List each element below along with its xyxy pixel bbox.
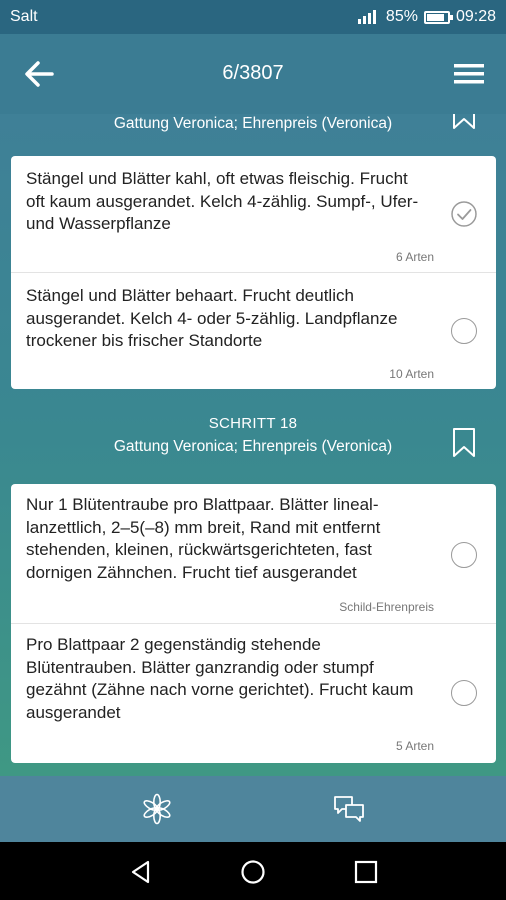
check-circle-icon[interactable] bbox=[451, 201, 477, 227]
options-card-previous: Stängel und Blätter kahl, oft etwas flei… bbox=[11, 156, 496, 389]
signal-icon bbox=[357, 10, 376, 24]
clock: 09:28 bbox=[455, 8, 496, 25]
option-text: Pro Blattpaar 2 gegenständig stehende Bl… bbox=[26, 635, 414, 722]
battery-fill bbox=[426, 13, 444, 21]
flower-icon[interactable] bbox=[140, 793, 174, 825]
step-header: SCHRITT 18 Gattung Veronica; Ehrenpreis … bbox=[0, 415, 506, 456]
species-count: 6 Arten bbox=[395, 250, 434, 264]
system-nav-bar bbox=[0, 842, 506, 900]
step-counter: 6/3807 bbox=[222, 62, 284, 84]
bottom-bar bbox=[0, 776, 506, 842]
battery-icon bbox=[423, 10, 453, 24]
species-name: Schild-Ehrenpreis bbox=[339, 600, 434, 614]
carrier-name: Salt bbox=[10, 8, 38, 25]
app-bar: 6/3807 bbox=[0, 34, 506, 114]
option-item[interactable]: Nur 1 Blütentraube pro Blattpaar. Blätte… bbox=[11, 484, 496, 624]
status-bar: Salt 85% 09:28 bbox=[0, 0, 506, 34]
step-label: SCHRITT 18 bbox=[208, 415, 298, 432]
battery-percent: 85% bbox=[385, 8, 418, 25]
nav-back-icon[interactable] bbox=[128, 859, 154, 885]
bookmark-icon[interactable] bbox=[452, 114, 476, 130]
status-icons: 85% 09:28 bbox=[357, 8, 496, 26]
options-card: Nur 1 Blütentraube pro Blattpaar. Blätte… bbox=[11, 484, 496, 763]
step-header-previous: Gattung Veronica; Ehrenpreis (Veronica) bbox=[0, 114, 506, 133]
genus-label: Gattung Veronica; Ehrenpreis (Veronica) bbox=[113, 438, 393, 455]
option-item[interactable]: Pro Blattpaar 2 gegenständig stehende Bl… bbox=[11, 624, 496, 763]
option-text: Stängel und Blätter behaart. Frucht deut… bbox=[26, 286, 398, 350]
bookmark-icon[interactable] bbox=[452, 428, 476, 458]
hamburger-menu-icon[interactable] bbox=[454, 62, 484, 86]
genus-label: Gattung Veronica; Ehrenpreis (Veronica) bbox=[113, 115, 393, 132]
key-content[interactable]: Gattung Veronica; Ehrenpreis (Veronica) … bbox=[0, 114, 506, 776]
radio-button[interactable] bbox=[451, 318, 477, 344]
species-count: 5 Arten bbox=[395, 739, 434, 753]
nav-home-icon[interactable] bbox=[240, 859, 266, 885]
option-text: Nur 1 Blütentraube pro Blattpaar. Blätte… bbox=[26, 495, 381, 582]
option-text: Stängel und Blätter kahl, oft etwas flei… bbox=[26, 169, 419, 233]
nav-recent-icon[interactable] bbox=[353, 859, 379, 885]
chat-icon[interactable] bbox=[332, 793, 366, 825]
species-count: 10 Arten bbox=[389, 367, 434, 381]
radio-button[interactable] bbox=[451, 680, 477, 706]
option-item[interactable]: Stängel und Blätter kahl, oft etwas flei… bbox=[11, 156, 496, 273]
radio-button[interactable] bbox=[451, 542, 477, 568]
option-item[interactable]: Stängel und Blätter behaart. Frucht deut… bbox=[11, 273, 496, 389]
